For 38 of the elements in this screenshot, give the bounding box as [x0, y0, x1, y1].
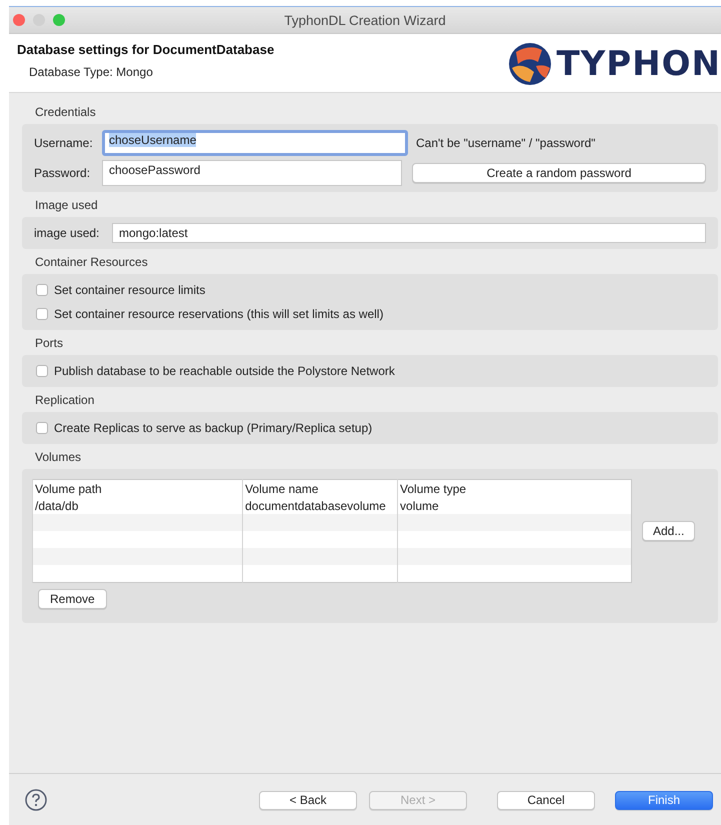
text-field[interactable]: choseUsername — [102, 130, 408, 156]
wizard-button[interactable]: Finish — [615, 790, 713, 810]
checkbox-label: Create Replicas to serve as backup (Primary/Replica setup) — [54, 421, 372, 435]
section-title: Replication — [35, 393, 96, 407]
wizard-button[interactable]: < Back — [259, 790, 357, 810]
text-field[interactable]: mongo:latest — [112, 223, 706, 243]
random-password-button[interactable]: Create a random password — [412, 163, 706, 183]
column-header: Volume type — [398, 480, 632, 497]
checkbox-label: Set container resource limits — [54, 283, 206, 297]
close-button[interactable] — [13, 14, 25, 26]
column-header: Volume path — [32, 480, 243, 497]
help-icon[interactable] — [25, 789, 47, 811]
section-title: Image used — [35, 198, 99, 212]
wizard-button[interactable]: Cancel — [497, 790, 595, 810]
globe-logo-icon — [508, 42, 552, 86]
hint-text: Can't be "username" / "password" — [416, 136, 596, 150]
column-header: Volume name — [242, 480, 398, 497]
text-field[interactable]: choosePassword — [102, 160, 402, 186]
checkbox-label: Publish database to be reachable outside the Polystore Network — [54, 364, 395, 378]
checkbox[interactable] — [36, 422, 48, 434]
zoom-button[interactable] — [53, 14, 65, 26]
add-button[interactable]: Add... — [642, 521, 696, 541]
section-title: Ports — [35, 336, 64, 350]
field-label: Username: — [34, 136, 94, 150]
checkbox[interactable] — [36, 365, 48, 377]
field-label: Password: — [34, 166, 92, 180]
section-title: Volumes — [35, 450, 82, 464]
window-title: TyphonDL Creation Wizard — [284, 12, 446, 28]
page-title: Database settings for DocumentDatabase — [17, 42, 274, 57]
section-title: Container Resources — [35, 255, 149, 269]
section-title: Credentials — [35, 105, 97, 119]
checkbox[interactable] — [36, 308, 48, 320]
page-subtitle: Database Type: Mongo — [29, 65, 154, 79]
field-label: image used: — [34, 226, 100, 240]
logo-text: TYPHON — [556, 44, 721, 84]
checkbox[interactable] — [36, 284, 48, 296]
remove-button[interactable]: Remove — [38, 589, 107, 609]
checkbox-label: Set container resource reservations (this will set limits as well) — [54, 307, 384, 321]
